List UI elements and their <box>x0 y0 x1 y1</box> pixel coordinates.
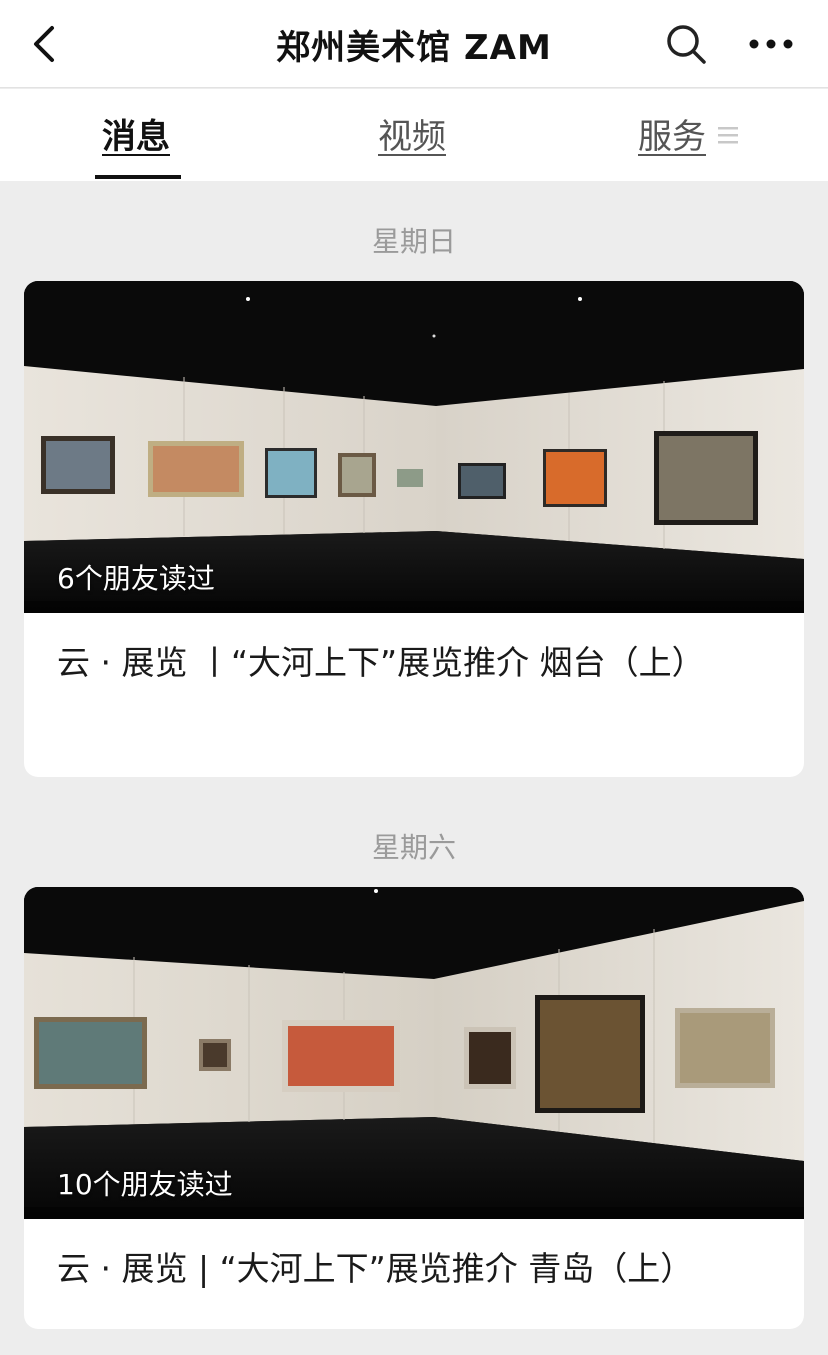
date-divider: 星期日 <box>371 225 456 258</box>
tab-videos[interactable]: 视频 <box>378 109 446 158</box>
active-tab-indicator <box>95 175 181 179</box>
article-card[interactable]: 10个朋友读过 云 · 展览 | “大河上下”展览推介 青岛（上） <box>24 887 804 1329</box>
article-title[interactable]: 云 · 展览 | “大河上下”展览推介 青岛（上） <box>24 1219 804 1295</box>
article-cover-image: 10个朋友读过 <box>24 887 804 1219</box>
more-dots-icon[interactable] <box>748 30 794 58</box>
search-icon[interactable] <box>664 22 708 66</box>
read-count: 10个朋友读过 <box>57 1168 233 1201</box>
nav-bar: 郑州美术馆 ZAM <box>0 0 828 88</box>
article-card[interactable]: 6个朋友读过 云 · 展览 丨“大河上下”展览推介 烟台（上） <box>24 281 804 777</box>
article-title[interactable]: 云 · 展览 丨“大河上下”展览推介 烟台（上） <box>24 613 804 689</box>
article-cover-image: 6个朋友读过 <box>24 281 804 613</box>
tab-services[interactable]: 服务 <box>638 109 706 158</box>
date-divider: 星期六 <box>371 831 456 864</box>
tab-bar: 消息 视频 服务 <box>0 89 828 181</box>
menu-icon[interactable] <box>718 125 740 145</box>
read-count: 6个朋友读过 <box>57 562 215 595</box>
tab-messages[interactable]: 消息 <box>102 109 170 158</box>
